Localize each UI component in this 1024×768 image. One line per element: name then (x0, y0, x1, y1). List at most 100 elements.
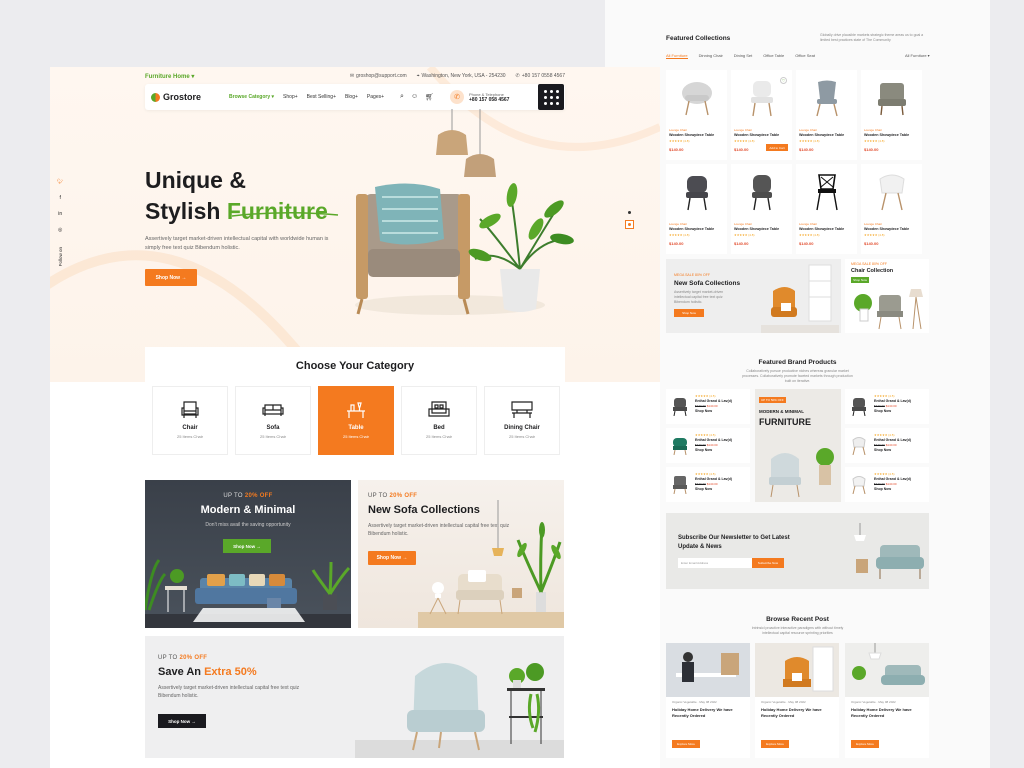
shop-now-link[interactable]: Shop Now (874, 409, 911, 414)
brand-product-card[interactable]: ★★★★★ (4.5) Enthal Grand & Lav(d) $340.00 … (666, 428, 750, 463)
product-card[interactable]: Lounge Chair Wooden Showpiece Table ★★★★… (731, 164, 792, 254)
product-price: $140.00 (799, 241, 814, 246)
explore-more-button[interactable]: Explore More (761, 740, 789, 748)
brand-logo[interactable]: Grostore (151, 92, 201, 102)
newsletter-email-input[interactable]: Enter Email Address (678, 558, 752, 568)
tab-office-table[interactable]: Office Table (763, 53, 784, 59)
slider-dot[interactable] (628, 211, 631, 214)
category-card-sofa[interactable]: Sofa 25 Items Chair (235, 386, 311, 455)
shop-now-link[interactable]: Shop Now (695, 448, 732, 453)
filter-select[interactable]: All Furniture ▾ (905, 53, 930, 58)
old-price: $340.00 (695, 404, 706, 408)
blog-post-title[interactable]: Holiday Home Delivery We have Recently O… (666, 704, 750, 722)
product-card[interactable]: Lounge Chair Wooden Showpiece Table ★★★★… (666, 70, 727, 160)
promo-banner-modern-minimal[interactable]: UP TO 20% OFF Modern & Minimal Don't mis… (145, 480, 351, 628)
product-name[interactable]: Wooden Showpiece Table (734, 133, 779, 137)
category-section: Choose Your Category Chair 25 Items Chai… (145, 347, 565, 459)
blog-title: Browse Recent Post (766, 616, 829, 623)
promo-banner-sofa[interactable]: UP TO 20% OFF New Sofa Collections Asser… (358, 480, 564, 628)
product-rating: ★★★★★ (4.8) (734, 139, 755, 143)
linkedin-icon[interactable]: in (58, 211, 62, 217)
shop-now-link[interactable]: Shop Now (695, 409, 732, 414)
product-name[interactable]: Wooden Showpiece Table (799, 227, 844, 231)
instagram-icon[interactable]: ◎ (58, 227, 62, 233)
category-card-chair[interactable]: Chair 25 Items Chair (152, 386, 228, 455)
explore-more-button[interactable]: Explore More (672, 740, 700, 748)
explore-more-button[interactable]: Explore More (851, 740, 879, 748)
category-card-dining-chair[interactable]: Dining Chair 25 Items Chair (484, 386, 560, 455)
tab-office-seat[interactable]: Office Seat (795, 53, 815, 59)
blog-post-title[interactable]: Holiday Home Delivery We have Recently O… (755, 704, 839, 722)
cart-icon[interactable]: 🛒︎ (425, 93, 434, 101)
hero-shop-now-button[interactable]: Shop Now → (145, 269, 197, 286)
facebook-icon[interactable]: f (59, 195, 60, 201)
banner-sofa-image (418, 500, 564, 628)
product-card[interactable]: Lounge Chair Wooden Showpiece Table ★★★★… (666, 164, 727, 254)
search-icon[interactable]: ⌕ (400, 93, 404, 101)
shop-now-link[interactable]: Shop Now (695, 487, 732, 492)
product-image (804, 168, 849, 216)
promo-banner-extra-50[interactable]: UP TO 20% OFF Save An Extra 50% Assertiv… (145, 636, 564, 758)
slider-dot-active[interactable] (625, 220, 634, 229)
promo-shop-button[interactable]: Shop Now (674, 309, 704, 317)
brand-center-banner[interactable]: UP TO 50% OFF MODERN & MINIMAL FURNITURE (755, 389, 841, 502)
category-card-bed[interactable]: Bed 25 Items Chair (401, 386, 477, 455)
blog-card[interactable]: Organic Vegetable · May 08 2022 Holiday … (666, 643, 750, 758)
nav-pages[interactable]: Pages+ (367, 94, 384, 100)
twitter-icon[interactable]: 🐦︎ (57, 179, 63, 185)
add-to-cart-button[interactable]: Add to Cart (766, 144, 788, 151)
blog-card[interactable]: Organic Vegetable · May 08 2022 Holiday … (845, 643, 929, 758)
product-image (804, 74, 849, 122)
banner-shop-button[interactable]: Shop Now → (158, 714, 206, 728)
bed-icon (428, 401, 450, 417)
brand-product-card[interactable]: ★★★★★ (4.5) Enthal Grand & Lav(d) $340.00 … (845, 389, 929, 424)
product-card[interactable]: ♡ Lounge Chair Wooden Showpiece Table ★★… (731, 70, 792, 160)
brand-center-tag: UP TO 50% OFF (759, 397, 786, 403)
product-name[interactable]: Wooden Showpiece Table (864, 227, 909, 231)
banner-shop-button[interactable]: Shop Now → (368, 551, 416, 565)
blog-card[interactable]: Organic Vegetable · May 08 2022 Holiday … (755, 643, 839, 758)
nav-shop[interactable]: Shop+ (283, 94, 298, 100)
nav-browse-category[interactable]: Browse Category ▾ (229, 94, 274, 100)
tab-dinning-chair[interactable]: Dinning Chair (699, 53, 723, 59)
product-name[interactable]: Wooden Showpiece Table (669, 133, 714, 137)
product-card[interactable]: Lounge Chair Wooden Showpiece Table ★★★★… (796, 164, 857, 254)
shop-now-link[interactable]: Shop Now (874, 448, 911, 453)
tab-all-furniture[interactable]: All Furniture (666, 53, 688, 59)
menu-grid-button[interactable] (538, 84, 564, 110)
social-links: 🐦︎ f in ◎ Follow on (57, 179, 63, 266)
promo-chair-banner: MEGA SALE 80% OFF Chair Collection Shop … (845, 259, 929, 333)
promo-shop-button[interactable]: Shop Now (851, 277, 869, 283)
tab-dining-set[interactable]: Dining Set (734, 53, 752, 59)
banner-up-to: UP TO (368, 493, 388, 499)
product-name[interactable]: Wooden Showpiece Table (799, 133, 844, 137)
banner-up-to: UP TO (158, 655, 178, 661)
product-card[interactable]: Lounge Chair Wooden Showpiece Table ★★★★… (861, 164, 922, 254)
brand-product-card[interactable]: ★★★★★ (4.5) Enthal Grand & Lav(d) $340.00 … (845, 428, 929, 463)
wishlist-icon[interactable]: ♡ (780, 77, 787, 84)
topbar-phone[interactable]: +80 157 0558 4567 (522, 73, 565, 79)
furniture-home-dropdown[interactable]: Furniture Home ▾ (145, 73, 194, 80)
nav-blog[interactable]: Blog+ (345, 94, 358, 100)
blog-post-title[interactable]: Holiday Home Delivery We have Recently O… (845, 704, 929, 722)
brand-product-card[interactable]: ★★★★★ (4.5) Enthal Grand & Lav(d) $340.00 … (666, 467, 750, 502)
support-email[interactable]: groshop@support.com (356, 73, 407, 79)
product-card[interactable]: Lounge Chair Wooden Showpiece Table ★★★★… (861, 70, 922, 160)
product-image (674, 74, 719, 122)
category-card-table[interactable]: Table 25 Items Chair (318, 386, 394, 455)
nav-phone-block[interactable]: ✆ Phone & Telephone +80 157 058 4567 (450, 90, 509, 104)
brand-product-card[interactable]: ★★★★★ (4.5) Enthal Grand & Lav(d) $340.00 … (845, 467, 929, 502)
product-name[interactable]: Wooden Showpiece Table (669, 227, 714, 231)
location-icon: ⌖ (416, 73, 420, 79)
top-bar: Furniture Home ▾ ✉ groshop@support.com ⌖… (145, 71, 565, 81)
product-name[interactable]: Wooden Showpiece Table (734, 227, 779, 231)
shop-now-link[interactable]: Shop Now (874, 487, 911, 492)
product-tag: Lounge Chair (799, 128, 818, 132)
product-card[interactable]: Lounge Chair Wooden Showpiece Table ★★★★… (796, 70, 857, 160)
product-name[interactable]: Wooden Showpiece Table (864, 133, 909, 137)
nav-best-selling[interactable]: Best Selling+ (307, 94, 336, 100)
brand-product-card[interactable]: ★★★★★ (4.5) Enthal Grand & Lav(d) $340.00 … (666, 389, 750, 424)
product-rating: ★★★★★ (4.5) (695, 394, 716, 398)
user-icon[interactable]: ☺ (411, 93, 418, 101)
subscribe-button[interactable]: Subscribe Now (752, 558, 784, 568)
